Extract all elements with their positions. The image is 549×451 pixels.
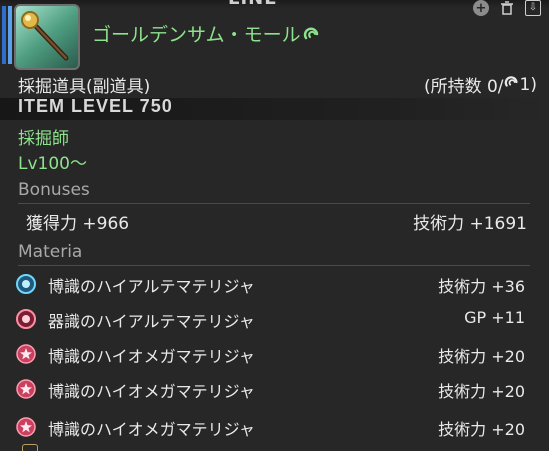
rarity-bars — [2, 6, 12, 64]
bonus-gathering-skill: 技術力 +1691 — [413, 214, 527, 234]
materia-name: 博識のハイオメガマテリジャ — [48, 420, 255, 439]
materia-blue-icon — [16, 274, 36, 294]
materia-value: 技術力 +20 — [438, 420, 525, 439]
materia-row: 博識のハイオメガマテリジャ 技術力 +20 — [0, 341, 549, 371]
materia-row: 博識のハイオメガマテリジャ 技術力 +20 — [0, 414, 549, 444]
hq-icon — [303, 25, 321, 43]
level-requirement: Lv100～ — [18, 154, 87, 174]
owned-prefix: (所持数 0/ — [423, 77, 504, 97]
export-icon[interactable]: ⇩ — [525, 0, 541, 16]
materia-row: 博識のハイアルテマテリジャ 技術力 +36 — [0, 271, 549, 301]
materia-header: Materia — [18, 242, 83, 262]
item-name: ゴールデンサム・モール — [92, 20, 321, 47]
job-requirement: 採掘師 — [18, 129, 69, 149]
rarity-bar — [8, 6, 12, 64]
owned-count: (所持数 0/ 1) — [423, 72, 537, 98]
item-name-text: ゴールデンサム・モール — [92, 24, 301, 46]
item-level: ITEM LEVEL 750 — [18, 96, 173, 116]
owned-suffix: 1) — [519, 74, 537, 95]
hq-icon — [504, 74, 520, 95]
materia-star-icon — [16, 417, 36, 437]
materia-red-icon — [16, 309, 36, 329]
materia-value: 技術力 +20 — [438, 382, 525, 401]
materia-value: GP +11 — [464, 308, 525, 327]
bonuses-header: Bonuses — [18, 180, 90, 200]
top-icons: + ⇩ — [473, 0, 541, 16]
materia-name: 器識のハイアルテマテリジャ — [48, 312, 255, 331]
bonuses-divider — [18, 203, 530, 204]
add-icon[interactable]: + — [473, 0, 489, 16]
bonus-gathering: 獲得力 +966 — [26, 214, 130, 234]
materia-divider — [18, 265, 530, 266]
item-category: 採掘道具(副道具) — [18, 77, 151, 97]
materia-row: 器識のハイアルテマテリジャ GP +11 — [0, 306, 549, 336]
rarity-bar — [2, 6, 6, 64]
materia-name: 博識のハイアルテマテリジャ — [48, 277, 255, 296]
materia-row: 博識のハイオメガマテリジャ 技術力 +20 — [0, 376, 549, 406]
materia-value: 技術力 +36 — [438, 277, 525, 296]
materia-name: 博識のハイオメガマテリジャ — [48, 382, 255, 401]
materia-star-icon — [16, 344, 36, 364]
materia-value: 技術力 +20 — [438, 347, 525, 366]
materia-star-icon — [16, 379, 36, 399]
trash-icon[interactable] — [499, 0, 515, 16]
window-title: LINE — [228, 0, 278, 9]
pickaxe-icon — [14, 4, 80, 70]
materia-name: 博識のハイオメガマテリジャ — [48, 347, 255, 366]
